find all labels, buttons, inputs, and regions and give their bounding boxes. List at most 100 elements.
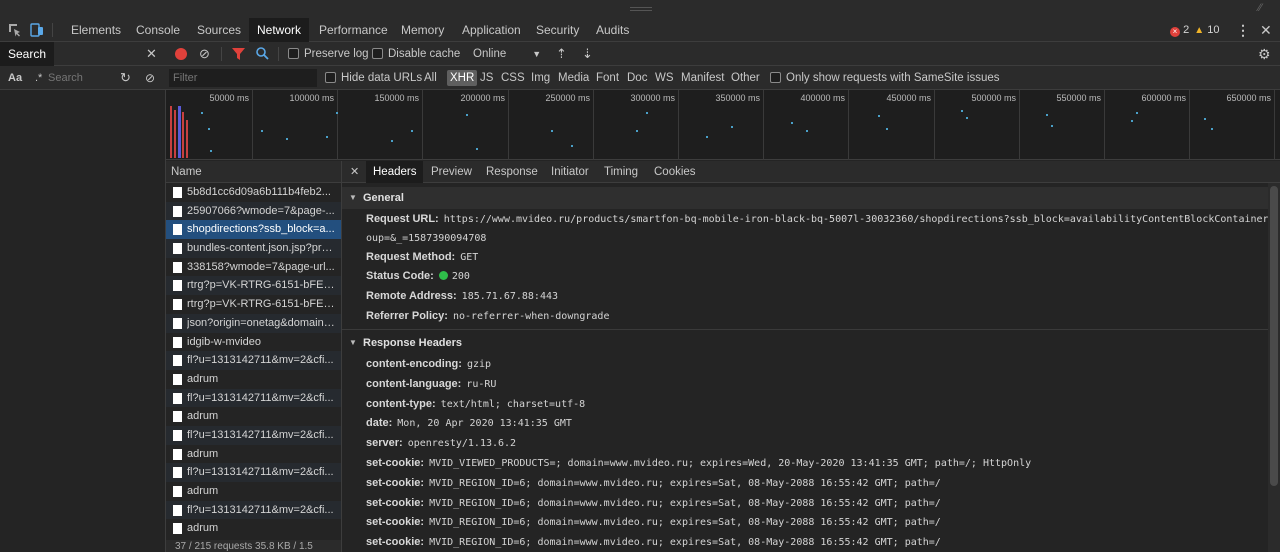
overview-tick-label: 200000 ms: [460, 93, 505, 103]
tab-preview[interactable]: Preview: [431, 161, 472, 183]
request-row[interactable]: adrum: [166, 370, 341, 389]
resize-icon[interactable]: ⁄⁄: [1258, 2, 1262, 14]
general-section-header[interactable]: ▼ General: [342, 187, 1268, 209]
tab-application[interactable]: Application: [462, 18, 521, 42]
filter-icon[interactable]: [232, 48, 245, 60]
type-filter-manifest[interactable]: Manifest: [681, 66, 724, 90]
more-options-icon[interactable]: ⋮: [1236, 18, 1250, 42]
request-row[interactable]: idgib-w-mvideo: [166, 333, 341, 352]
record-icon[interactable]: [175, 48, 187, 60]
file-icon: [173, 355, 182, 367]
status-ok-icon: [438, 271, 448, 280]
request-row[interactable]: fl?u=1313142711&mv=2&cfi...: [166, 425, 341, 445]
type-filter-ws[interactable]: WS: [655, 66, 674, 90]
request-name: rtrg?p=VK-RTRG-6151-bFEr...: [187, 298, 335, 311]
tab-sources[interactable]: Sources: [197, 18, 241, 42]
clear-search-icon[interactable]: ⊘: [145, 66, 155, 90]
inspect-element-icon[interactable]: [8, 23, 22, 37]
request-row[interactable]: adrum: [166, 519, 341, 538]
request-row[interactable]: fl?u=1313142711&mv=2&cfi...: [166, 388, 341, 408]
tab-console[interactable]: Console: [136, 18, 180, 42]
request-row[interactable]: 338158?wmode=7&page-url...: [166, 258, 341, 277]
type-filter-media[interactable]: Media: [558, 66, 589, 90]
request-row[interactable]: fl?u=1313142711&mv=2&cfi...: [166, 500, 341, 520]
type-filter-img[interactable]: Img: [531, 66, 550, 90]
type-filter-all[interactable]: All: [424, 66, 437, 90]
tab-timing[interactable]: Timing: [604, 161, 638, 183]
file-icon: [173, 205, 182, 217]
tab-headers[interactable]: Headers: [366, 161, 424, 183]
request-row[interactable]: 25907066?wmode=7&page-...: [166, 201, 341, 221]
network-overview-timeline[interactable]: 50000 ms 100000 ms 150000 ms 200000 ms 25000…: [166, 90, 1280, 160]
request-method-label: Request Method:: [366, 251, 456, 263]
header-key: set-cookie:: [366, 457, 425, 469]
close-devtools-icon[interactable]: ✕: [1260, 18, 1272, 42]
search-results: [0, 90, 166, 552]
request-row[interactable]: json?origin=onetag&domain=...: [166, 313, 341, 333]
tab-security[interactable]: Security: [536, 18, 579, 42]
tab-audits[interactable]: Audits: [596, 18, 629, 42]
request-name: fl?u=1313142711&mv=2&cfi...: [187, 503, 334, 516]
tab-response[interactable]: Response: [486, 161, 538, 183]
tab-initiator[interactable]: Initiator: [551, 161, 589, 183]
search-panel-title[interactable]: Search: [0, 42, 55, 66]
type-filter-css[interactable]: CSS: [501, 66, 525, 90]
close-details-icon[interactable]: ✕: [350, 161, 359, 183]
request-name: adrum: [187, 447, 219, 460]
tab-elements[interactable]: Elements: [71, 18, 121, 42]
request-row[interactable]: fl?u=1313142711&mv=2&cfi...: [166, 463, 341, 482]
tab-cookies[interactable]: Cookies: [654, 161, 696, 183]
tab-performance[interactable]: Performance: [319, 18, 388, 42]
preserve-log-checkbox[interactable]: [288, 48, 299, 59]
type-filter-xhr[interactable]: XHR: [447, 70, 478, 86]
filter-input[interactable]: [169, 69, 317, 87]
search-input[interactable]: [48, 70, 114, 86]
file-icon: [173, 373, 182, 385]
request-row[interactable]: bundles-content.json.jsp?pro...: [166, 239, 341, 258]
hide-data-urls-checkbox[interactable]: [325, 72, 336, 83]
request-row[interactable]: fl?u=1313142711&mv=2&cfi...: [166, 351, 341, 370]
import-har-icon[interactable]: ⇡: [556, 42, 567, 66]
type-filter-js[interactable]: JS: [480, 66, 493, 90]
overview-request-dot: [261, 130, 263, 132]
header-value: MVID_REGION_ID=6; domain=www.mvideo.ru; …: [429, 497, 941, 509]
header-value: MVID_VIEWED_PRODUCTS=; domain=www.mvideo…: [429, 458, 1032, 469]
refresh-icon[interactable]: ↻: [120, 66, 131, 90]
details-scrollbar-thumb[interactable]: [1270, 186, 1278, 486]
disable-cache-checkbox[interactable]: [372, 48, 383, 59]
request-url-value: https://www.mvideo.ru/products/smartfon-…: [443, 214, 1268, 225]
overview-request-dot: [1051, 125, 1053, 127]
clear-icon[interactable]: ⊘: [199, 42, 210, 66]
device-toolbar-icon[interactable]: [30, 23, 44, 37]
window-drag-bar[interactable]: ⁄⁄: [0, 0, 1280, 18]
samesite-checkbox[interactable]: [770, 72, 781, 83]
name-column-header[interactable]: Name: [166, 161, 342, 183]
type-filter-font[interactable]: Font: [596, 66, 619, 90]
request-url-label: Request URL:: [366, 213, 439, 225]
drag-grip-icon[interactable]: [630, 7, 652, 11]
request-row[interactable]: rtrg?p=VK-RTRG-6151-bFEr...: [166, 295, 341, 314]
type-filter-other[interactable]: Other: [731, 66, 760, 90]
tab-memory[interactable]: Memory: [401, 18, 444, 42]
regex-button[interactable]: .*: [35, 66, 42, 90]
overview-gridline: [252, 90, 253, 160]
response-headers-section-header[interactable]: ▼ Response Headers: [342, 332, 1268, 354]
request-row[interactable]: shopdirections?ssb_block=a...: [166, 220, 341, 240]
throttling-select[interactable]: Online ▼: [473, 42, 541, 66]
header-value: MVID_REGION_ID=6; domain=www.mvideo.ru; …: [429, 517, 941, 529]
export-har-icon[interactable]: ⇣: [582, 42, 593, 66]
request-row[interactable]: adrum: [166, 407, 341, 426]
overview-bar: [186, 120, 188, 158]
request-row[interactable]: 5b8d1cc6d09a6b111b4feb2...: [166, 183, 341, 202]
request-row[interactable]: adrum: [166, 482, 341, 501]
request-row[interactable]: rtrg?p=VK-RTRG-6151-bFEr...: [166, 276, 341, 296]
request-row[interactable]: adrum: [166, 445, 341, 464]
type-filter-doc[interactable]: Doc: [627, 66, 647, 90]
search-icon[interactable]: [256, 47, 269, 60]
issues-counter[interactable]: × 2 ▲ 10: [1170, 23, 1219, 37]
tab-network[interactable]: Network: [249, 18, 310, 42]
match-case-button[interactable]: Aa: [8, 66, 22, 90]
close-search-icon[interactable]: ✕: [146, 42, 157, 66]
status-code-row: Status Code: 200: [366, 267, 470, 286]
settings-gear-icon[interactable]: ⚙: [1258, 42, 1271, 66]
